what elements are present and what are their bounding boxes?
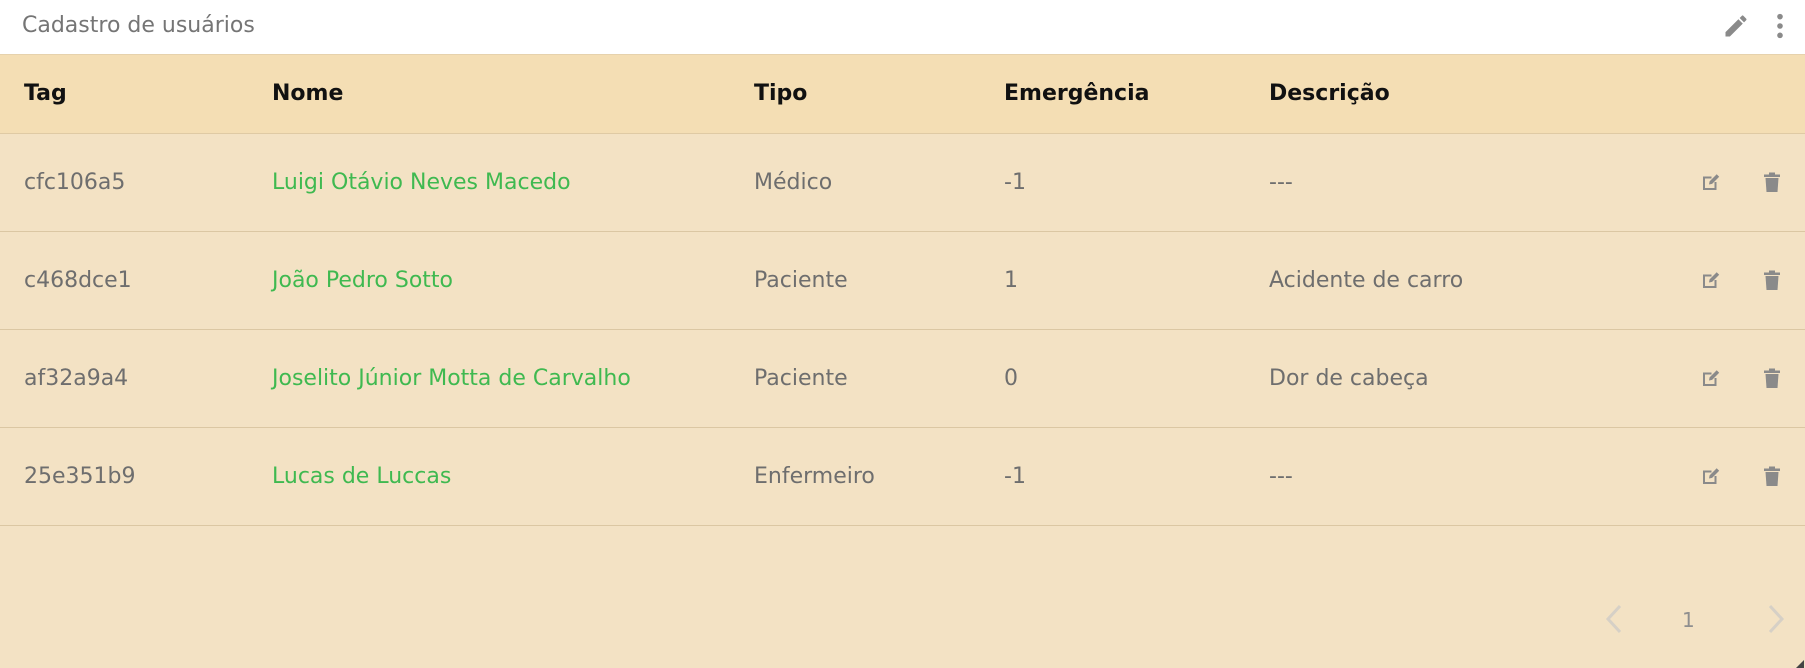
edit-icon[interactable] [1701, 172, 1721, 192]
trash-icon[interactable] [1763, 172, 1781, 193]
table-row: 25e351b9 Lucas de Luccas Enfermeiro -1 -… [0, 427, 1805, 525]
cell-emergencia: -1 [1004, 463, 1026, 489]
cell-tipo: Paciente [754, 267, 848, 293]
cell-tipo: Paciente [754, 365, 848, 391]
user-name-link[interactable]: Lucas de Luccas [272, 464, 451, 489]
current-page-number[interactable]: 1 [1682, 608, 1695, 632]
column-header-tipo[interactable]: Tipo [754, 55, 1004, 134]
kebab-menu-icon[interactable] [1772, 12, 1788, 40]
users-table: Tag Nome Tipo Emergência Descrição cfc10… [0, 55, 1805, 526]
trash-icon[interactable] [1763, 368, 1781, 389]
cell-nome: Lucas de Luccas [272, 427, 754, 525]
cell-descricao: --- [1269, 169, 1293, 195]
cell-actions [1669, 231, 1805, 329]
chevron-left-icon[interactable] [1600, 602, 1630, 636]
trash-icon[interactable] [1763, 466, 1781, 487]
cell-actions [1669, 133, 1805, 231]
column-header-nome[interactable]: Nome [272, 55, 754, 134]
table-row: cfc106a5 Luigi Otávio Neves Macedo Médic… [0, 133, 1805, 231]
cell-descricao: Acidente de carro [1269, 267, 1464, 293]
cell-tipo: Enfermeiro [754, 463, 875, 489]
cell-actions [1669, 329, 1805, 427]
cell-nome: Luigi Otávio Neves Macedo [272, 133, 754, 231]
widget-header: Cadastro de usuários [0, 0, 1805, 55]
cell-tipo: Médico [754, 169, 833, 195]
cell-tag: c468dce1 [24, 267, 132, 293]
pencil-icon[interactable] [1722, 12, 1750, 40]
cell-descricao: --- [1269, 463, 1293, 489]
chevron-right-icon[interactable] [1760, 602, 1790, 636]
table-header-row: Tag Nome Tipo Emergência Descrição [0, 55, 1805, 134]
cell-nome: João Pedro Sotto [272, 231, 754, 329]
cell-emergencia: 1 [1004, 267, 1018, 293]
pagination: 1 [1600, 600, 1790, 640]
user-registry-widget: Cadastro de usuários Tag Nome Tipo Emerg… [0, 0, 1805, 668]
column-header-actions [1669, 55, 1805, 134]
cell-tag: af32a9a4 [24, 365, 129, 391]
resize-handle-icon[interactable] [1796, 660, 1804, 668]
user-name-link[interactable]: Luigi Otávio Neves Macedo [272, 170, 571, 195]
edit-icon[interactable] [1701, 270, 1721, 290]
column-header-emergencia[interactable]: Emergência [1004, 55, 1269, 134]
trash-icon[interactable] [1763, 270, 1781, 291]
cell-tag: 25e351b9 [24, 463, 136, 489]
cell-nome: Joselito Júnior Motta de Carvalho [272, 329, 754, 427]
cell-emergencia: -1 [1004, 169, 1026, 195]
cell-actions [1669, 427, 1805, 525]
cell-tag: cfc106a5 [24, 169, 126, 195]
cell-descricao: Dor de cabeça [1269, 365, 1429, 391]
column-header-tag[interactable]: Tag [0, 55, 272, 134]
table-row: af32a9a4 Joselito Júnior Motta de Carval… [0, 329, 1805, 427]
table-row: c468dce1 João Pedro Sotto Paciente 1 Aci… [0, 231, 1805, 329]
widget-title: Cadastro de usuários [22, 13, 255, 38]
user-name-link[interactable]: Joselito Júnior Motta de Carvalho [272, 366, 631, 391]
cell-emergencia: 0 [1004, 365, 1018, 391]
column-header-descricao[interactable]: Descrição [1269, 55, 1669, 134]
edit-icon[interactable] [1701, 466, 1721, 486]
edit-icon[interactable] [1701, 368, 1721, 388]
user-name-link[interactable]: João Pedro Sotto [272, 268, 453, 293]
